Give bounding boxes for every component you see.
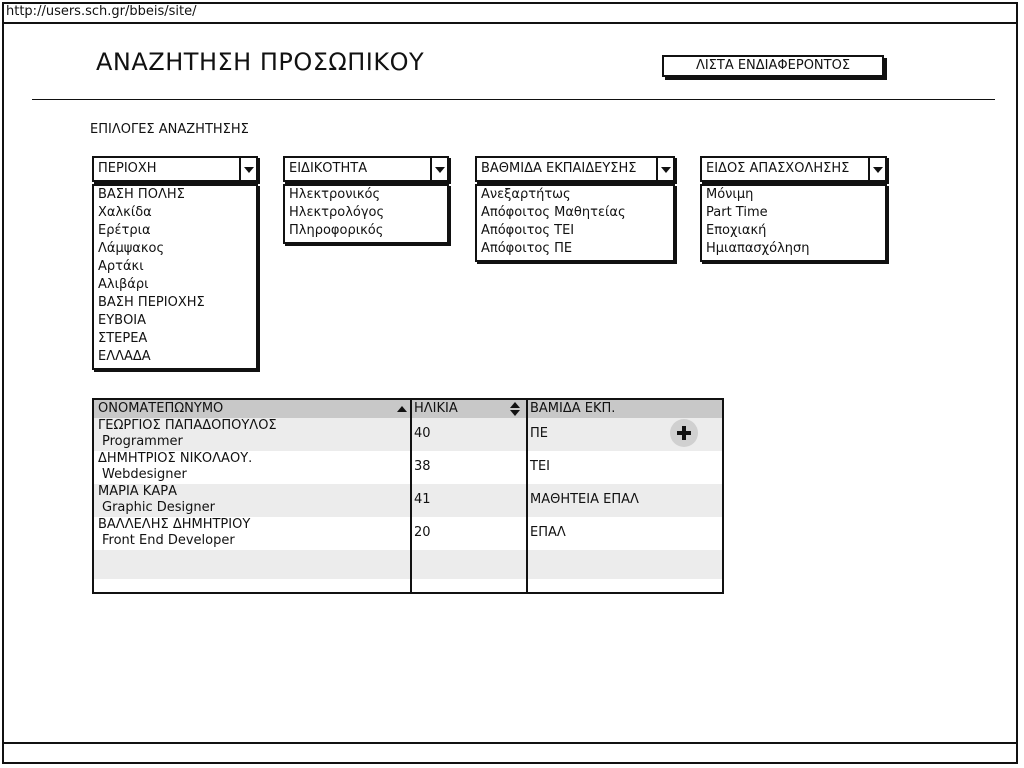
column-header-education[interactable]: ΒΑΜΙΔΑ ΕΚΠ.: [530, 400, 615, 418]
education-level-option[interactable]: Απόφοιτος ΤΕΙ: [481, 222, 673, 240]
region-dropdown-label: ΠΕΡΙΟΧΗ: [98, 161, 157, 176]
address-bar[interactable]: http://users.sch.gr/bbeis/site/: [2, 2, 1018, 24]
person-age: 20: [414, 525, 431, 540]
results-table: ΟΝΟΜΑΤΕΠΩΝΥΜΟ ΗΛΙΚΙΑ ΒΑΜΙΔΑ ΕΚΠ. ΓΕΩΡΓΙΟ…: [92, 398, 724, 594]
person-education: ΜΑΘΗΤΕΙΑ ΕΠΑΛ: [530, 492, 639, 507]
education-level-option[interactable]: Απόφοιτος Μαθητείας: [481, 204, 673, 222]
table-row[interactable]: ΒΑΛΛΕΛΗΣ ΔΗΜΗΤΡΙΟΥ Front End Developer 2…: [94, 517, 722, 550]
person-role: Webdesigner: [102, 467, 187, 482]
table-row[interactable]: ΜΑΡΙΑ ΚΑΡΑ Graphic Designer 41 ΜΑΘΗΤΕΙΑ …: [94, 484, 722, 517]
region-option[interactable]: ΣΤΕΡΕΑ: [98, 330, 256, 348]
browser-window: [2, 2, 1018, 764]
region-option[interactable]: Λάμψακος: [98, 240, 256, 258]
sort-ascending-icon[interactable]: [397, 406, 407, 412]
specialty-option[interactable]: Ηλεκτρολόγος: [289, 204, 447, 222]
education-level-dropdown[interactable]: ΒΑΘΜΙΔΑ ΕΚΠΑΙΔΕΥΣΗΣ: [475, 156, 675, 182]
person-education: ΠΕ: [530, 426, 548, 441]
education-level-option[interactable]: Ανεξαρτήτως: [481, 186, 673, 204]
employment-type-list: Μόνιμη Part Time Εποχιακή Ημιαπασχόληση: [700, 184, 887, 262]
employment-type-option[interactable]: Εποχιακή: [706, 222, 885, 240]
region-option[interactable]: Ερέτρια: [98, 222, 256, 240]
region-option[interactable]: Αλιβάρι: [98, 276, 256, 294]
specialty-list: Ηλεκτρονικός Ηλεκτρολόγος Πληροφορικός: [283, 184, 449, 244]
search-options-label: ΕΠΙΛΟΓΕΣ ΑΝΑΖΗΤΗΣΗΣ: [90, 122, 249, 137]
employment-type-dropdown[interactable]: ΕΙΔΟΣ ΑΠΑΣΧΟΛΗΣΗΣ: [700, 156, 887, 182]
person-role: Programmer: [102, 434, 183, 449]
status-bar-divider: [2, 742, 1018, 744]
chevron-down-icon[interactable]: [239, 158, 256, 180]
person-role: Front End Developer: [102, 533, 235, 548]
header-divider: [32, 99, 995, 100]
table-header: ΟΝΟΜΑΤΕΠΩΝΥΜΟ ΗΛΙΚΙΑ ΒΑΜΙΔΑ ΕΚΠ.: [94, 400, 722, 418]
employment-type-dropdown-label: ΕΙΔΟΣ ΑΠΑΣΧΟΛΗΣΗΣ: [706, 161, 850, 176]
page-title: ΑΝΑΖΗΤΗΣΗ ΠΡΟΣΩΠΙΚΟΥ: [96, 48, 425, 76]
chevron-down-icon[interactable]: [430, 158, 447, 180]
table-row[interactable]: ΔΗΜΗΤΡΙΟΣ ΝΙΚΟΛΑΟΥ. Webdesigner 38 ΤΕΙ: [94, 451, 722, 484]
region-list: ΒΑΣΗ ΠΟΛΗΣ Χαλκίδα Ερέτρια Λάμψακος Αρτά…: [92, 184, 258, 370]
specialty-dropdown[interactable]: ΕΙΔΙΚΟΤΗΤΑ: [283, 156, 449, 182]
specialty-dropdown-label: ΕΙΔΙΚΟΤΗΤΑ: [289, 161, 368, 176]
region-option[interactable]: ΒΑΣΗ ΠΕΡΙΟΧΗΣ: [98, 294, 256, 312]
region-option[interactable]: ΕΥΒΟΙΑ: [98, 312, 256, 330]
employment-type-option[interactable]: Μόνιμη: [706, 186, 885, 204]
person-role: Graphic Designer: [102, 500, 215, 515]
specialty-option[interactable]: Πληροφορικός: [289, 222, 447, 240]
person-age: 38: [414, 459, 431, 474]
specialty-option[interactable]: Ηλεκτρονικός: [289, 186, 447, 204]
column-divider: [410, 400, 412, 592]
person-age: 40: [414, 426, 431, 441]
education-level-option[interactable]: Απόφοιτος ΠΕ: [481, 240, 673, 258]
person-name: ΒΑΛΛΕΛΗΣ ΔΗΜΗΤΡΙΟΥ: [98, 517, 251, 532]
region-option[interactable]: ΒΑΣΗ ΠΟΛΗΣ: [98, 186, 256, 204]
education-level-list: Ανεξαρτήτως Απόφοιτος Μαθητείας Απόφοιτο…: [475, 184, 675, 262]
plus-icon[interactable]: [670, 419, 698, 447]
person-age: 41: [414, 492, 431, 507]
person-education: ΤΕΙ: [530, 459, 550, 474]
column-header-age[interactable]: ΗΛΙΚΙΑ: [414, 400, 458, 418]
education-level-dropdown-label: ΒΑΘΜΙΔΑ ΕΚΠΑΙΔΕΥΣΗΣ: [481, 161, 637, 176]
chevron-down-icon[interactable]: [868, 158, 885, 180]
column-header-name[interactable]: ΟΝΟΜΑΤΕΠΩΝΥΜΟ: [98, 400, 223, 418]
sort-icon[interactable]: [510, 402, 520, 416]
table-row[interactable]: ΓΕΩΡΓΙΟΣ ΠΑΠΑΔΟΠΟΥΛΟΣ Programmer 40 ΠΕ: [94, 418, 722, 451]
region-option[interactable]: Χαλκίδα: [98, 204, 256, 222]
table-row-empty: [94, 550, 722, 579]
interest-list-button[interactable]: ΛΙΣΤΑ ΕΝΔΙΑΦΕΡΟΝΤΟΣ: [662, 55, 884, 77]
person-name: ΓΕΩΡΓΙΟΣ ΠΑΠΑΔΟΠΟΥΛΟΣ: [98, 418, 277, 433]
person-education: ΕΠΑΛ: [530, 525, 566, 540]
person-name: ΜΑΡΙΑ ΚΑΡΑ: [98, 484, 177, 499]
column-divider: [526, 400, 528, 592]
region-dropdown[interactable]: ΠΕΡΙΟΧΗ: [92, 156, 258, 182]
region-option[interactable]: ΕΛΛΑΔΑ: [98, 348, 256, 366]
employment-type-option[interactable]: Ημιαπασχόληση: [706, 240, 885, 258]
region-option[interactable]: Αρτάκι: [98, 258, 256, 276]
person-name: ΔΗΜΗΤΡΙΟΣ ΝΙΚΟΛΑΟΥ.: [98, 451, 253, 466]
chevron-down-icon[interactable]: [656, 158, 673, 180]
employment-type-option[interactable]: Part Time: [706, 204, 885, 222]
